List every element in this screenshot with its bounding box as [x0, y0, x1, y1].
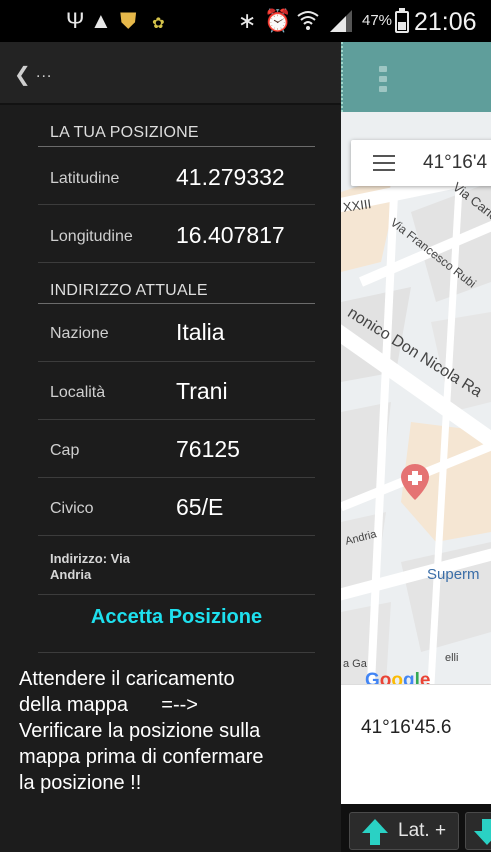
section-divider	[38, 146, 315, 147]
latitude-minus-button[interactable]	[465, 812, 491, 850]
longitude-value: 16.407817	[176, 222, 285, 248]
row-divider	[38, 204, 315, 205]
clock: 21:06	[414, 8, 477, 36]
country-value: Italia	[176, 319, 225, 345]
row-divider	[38, 361, 315, 362]
hospital-pin-icon[interactable]	[401, 464, 429, 505]
drawer-title: ...	[36, 64, 53, 81]
place-label: Superm	[427, 566, 480, 583]
alarm-icon: ⏰	[264, 8, 292, 33]
status-bar: Ψ ▲ ⛊ ✿ ∗ ⏰ 47% 21:06	[0, 0, 491, 42]
street-label: elli	[445, 652, 459, 664]
drawer-header: ❮ ...	[0, 42, 341, 105]
latitude-plus-label: Lat. +	[398, 820, 447, 841]
map-panel: 41°16'4 XXIII Via Cario Via Francesco Ru…	[341, 42, 491, 852]
instruction-line: mappa prima di confermare	[19, 746, 264, 768]
instructions-text: Attendere il caricamento della mappa =--…	[19, 666, 337, 796]
street-label: a Ga	[343, 658, 367, 670]
app-icon: ✿	[152, 15, 165, 32]
row-divider	[38, 594, 315, 595]
row-divider	[38, 262, 315, 263]
position-section-title: LA TUA POSIZIONE	[50, 124, 199, 141]
address-line: Andria	[50, 567, 92, 582]
row-divider	[38, 419, 315, 420]
google-logo: Google	[365, 670, 431, 684]
back-icon[interactable]: ❮	[14, 62, 31, 87]
wifi-icon	[296, 8, 320, 40]
street-number-value: 65/E	[176, 494, 224, 520]
latitude-label: Latitudine	[50, 170, 120, 187]
instruction-line: la posizione !!	[19, 772, 142, 794]
street-number-label: Civico	[50, 500, 94, 517]
shield-icon: ⛊	[120, 8, 137, 33]
signal-icon	[328, 8, 354, 40]
coordinate-text: 41°16'45.6	[361, 717, 452, 738]
arrow-down-icon	[474, 819, 491, 845]
row-divider	[38, 652, 315, 653]
map-search-bar[interactable]: 41°16'4	[351, 140, 491, 186]
address-section-title: INDIRIZZO ATTUALE	[50, 282, 208, 299]
map-view[interactable]: 41°16'4 XXIII Via Cario Via Francesco Ru…	[341, 112, 491, 684]
warning-icon: ▲	[90, 8, 112, 33]
usb-icon: Ψ	[66, 8, 85, 33]
address-line: Indirizzo: Via	[50, 551, 130, 566]
app-toolbar	[341, 42, 491, 112]
bottom-controls: Lat. +	[341, 804, 491, 852]
battery-icon	[395, 8, 409, 33]
hamburger-menu-icon[interactable]	[373, 155, 395, 171]
instruction-line: della mappa =-->	[19, 694, 198, 716]
coordinate-display: 41°16'45.6	[341, 684, 491, 804]
longitude-label: Longitudine	[50, 228, 133, 245]
battery-percent: 47%	[362, 12, 393, 29]
row-divider	[38, 477, 315, 478]
country-label: Nazione	[50, 325, 109, 342]
zip-value: 76125	[176, 436, 240, 462]
instruction-line: Verificare la posizione sulla	[19, 720, 261, 742]
section-divider	[38, 303, 315, 304]
drawer-edge	[341, 42, 344, 112]
overflow-menu-icon[interactable]	[379, 66, 387, 92]
latitude-value: 41.279332	[176, 164, 285, 190]
instruction-line: Attendere il caricamento	[19, 668, 235, 690]
zip-label: Cap	[50, 442, 80, 459]
city-label: Località	[50, 384, 106, 401]
city-value: Trani	[176, 378, 228, 404]
search-coordinate: 41°16'4	[423, 152, 488, 173]
location-drawer: ❮ ... LA TUA POSIZIONE Latitudine 41.279…	[0, 42, 341, 852]
latitude-plus-button[interactable]: Lat. +	[349, 812, 459, 850]
row-divider	[38, 535, 315, 536]
accept-position-button[interactable]: Accetta Posizione	[38, 606, 315, 629]
address-text: Indirizzo: Via Andria	[50, 551, 170, 583]
bluetooth-icon: ∗	[238, 8, 257, 33]
arrow-up-icon	[362, 819, 388, 845]
